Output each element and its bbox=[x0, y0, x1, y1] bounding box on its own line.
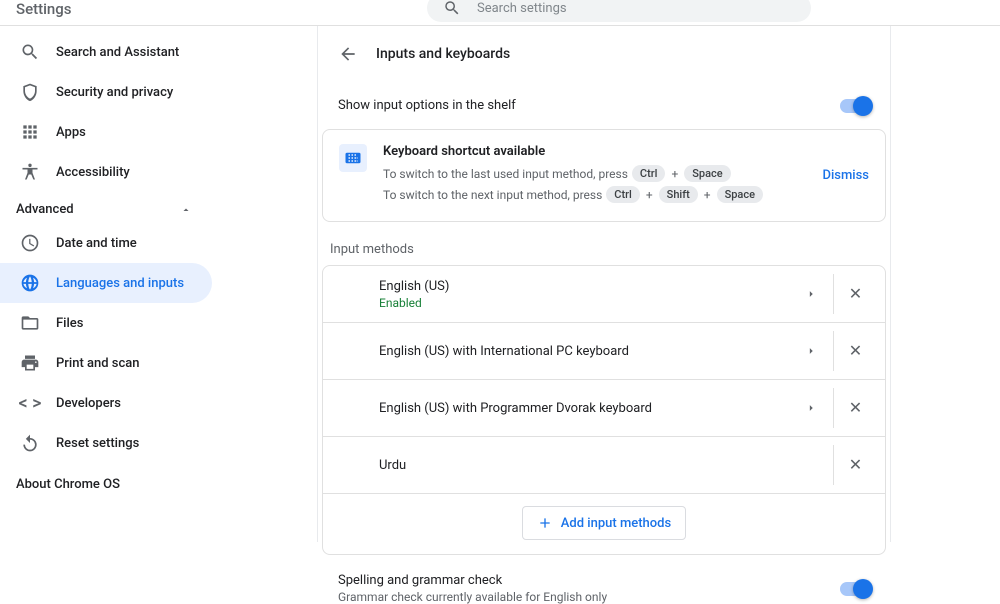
kbd-key: Space bbox=[717, 186, 763, 203]
kbd-key: Ctrl bbox=[606, 186, 640, 203]
main-pane: Inputs and keyboards Show input options … bbox=[317, 26, 891, 542]
code-icon: < > bbox=[20, 393, 40, 413]
input-method-row[interactable]: English (US) with Programmer Dvorak keyb… bbox=[323, 380, 885, 437]
sidebar-item-label: Date and time bbox=[56, 236, 137, 251]
search-placeholder: Search settings bbox=[477, 1, 567, 16]
details-button[interactable] bbox=[789, 388, 833, 428]
app-title: Settings bbox=[16, 0, 72, 18]
sidebar-item-date-time[interactable]: Date and time bbox=[0, 223, 212, 263]
shelf-option-toggle[interactable] bbox=[840, 99, 870, 113]
sidebar-item-label: Accessibility bbox=[56, 165, 130, 180]
clock-icon bbox=[20, 233, 40, 253]
close-icon: ✕ bbox=[849, 457, 862, 473]
input-method-row[interactable]: English (US) Enabled ✕ bbox=[323, 266, 885, 323]
sidebar-item-accessibility[interactable]: Accessibility bbox=[0, 152, 212, 192]
spelling-toggle[interactable] bbox=[840, 582, 870, 596]
input-method-row[interactable]: English (US) with International PC keybo… bbox=[323, 323, 885, 380]
sidebar-item-languages-inputs[interactable]: Languages and inputs bbox=[0, 263, 212, 303]
dismiss-button[interactable]: Dismiss bbox=[822, 168, 869, 183]
input-methods-label: Input methods bbox=[318, 222, 890, 265]
sidebar-item-label: Security and privacy bbox=[56, 85, 173, 100]
sidebar-item-developers[interactable]: < > Developers bbox=[0, 383, 212, 423]
chevron-up-icon bbox=[180, 204, 192, 216]
sidebar-item-files[interactable]: Files bbox=[0, 303, 212, 343]
banner-line-2: To switch to the next input method, pres… bbox=[383, 186, 814, 203]
search-input[interactable]: Search settings bbox=[427, 0, 811, 22]
chevron-right-icon bbox=[804, 344, 818, 358]
close-icon: ✕ bbox=[849, 286, 862, 302]
search-icon bbox=[443, 0, 461, 17]
pane-title: Inputs and keyboards bbox=[376, 46, 510, 62]
input-method-name: Urdu bbox=[379, 458, 789, 473]
sidebar-item-label: Reset settings bbox=[56, 436, 139, 451]
back-icon[interactable] bbox=[338, 44, 358, 64]
details-button[interactable] bbox=[789, 331, 833, 371]
chevron-right-icon bbox=[804, 401, 818, 415]
shelf-option-row: Show input options in the shelf bbox=[318, 82, 890, 129]
close-icon: ✕ bbox=[849, 400, 862, 416]
spelling-subtitle: Grammar check currently available for En… bbox=[338, 590, 607, 604]
plus-icon bbox=[537, 515, 553, 531]
input-method-name: English (US) bbox=[379, 279, 789, 294]
sidebar-item-reset-settings[interactable]: Reset settings bbox=[0, 423, 212, 463]
shelf-option-label: Show input options in the shelf bbox=[338, 98, 516, 113]
globe-icon bbox=[20, 273, 40, 293]
sidebar-item-print-scan[interactable]: Print and scan bbox=[0, 343, 212, 383]
kbd-key: Shift bbox=[659, 186, 698, 203]
sidebar-item-label: Print and scan bbox=[56, 356, 140, 371]
apps-icon bbox=[20, 122, 40, 142]
accessibility-icon bbox=[20, 162, 40, 182]
remove-button[interactable]: ✕ bbox=[833, 274, 877, 314]
sidebar-item-about[interactable]: About Chrome OS bbox=[0, 463, 212, 506]
kbd-key: Space bbox=[684, 165, 730, 182]
spelling-section: Spelling and grammar check Grammar check… bbox=[322, 573, 886, 604]
remove-button[interactable]: ✕ bbox=[833, 331, 877, 371]
sidebar-item-apps[interactable]: Apps bbox=[0, 112, 212, 152]
chevron-right-icon bbox=[804, 287, 818, 301]
sidebar-item-label: Languages and inputs bbox=[56, 276, 184, 291]
sidebar-item-search-assistant[interactable]: Search and Assistant bbox=[0, 32, 212, 72]
reset-icon bbox=[20, 433, 40, 453]
add-label: Add input methods bbox=[561, 516, 671, 531]
folder-icon bbox=[20, 313, 40, 333]
remove-button[interactable]: ✕ bbox=[833, 445, 877, 485]
remove-button[interactable]: ✕ bbox=[833, 388, 877, 428]
sidebar: Search and Assistant Security and privac… bbox=[0, 26, 212, 542]
print-icon bbox=[20, 353, 40, 373]
search-icon bbox=[20, 42, 40, 62]
input-method-status: Enabled bbox=[379, 296, 789, 310]
sidebar-item-label: Apps bbox=[56, 125, 86, 140]
shortcut-banner: Keyboard shortcut available To switch to… bbox=[322, 129, 886, 222]
close-icon: ✕ bbox=[849, 343, 862, 359]
sidebar-group-label: Advanced bbox=[16, 202, 74, 217]
keyboard-icon bbox=[339, 144, 367, 172]
pane-header: Inputs and keyboards bbox=[318, 26, 890, 82]
app-header: Settings Search settings bbox=[0, 0, 1000, 26]
input-method-row[interactable]: Urdu ✕ bbox=[323, 437, 885, 494]
banner-title: Keyboard shortcut available bbox=[383, 144, 814, 159]
sidebar-group-advanced[interactable]: Advanced bbox=[0, 196, 212, 223]
shield-icon bbox=[20, 82, 40, 102]
sidebar-item-label: Developers bbox=[56, 396, 121, 411]
input-methods-list: English (US) Enabled ✕ English (US) with… bbox=[322, 265, 886, 555]
input-method-name: English (US) with Programmer Dvorak keyb… bbox=[379, 401, 789, 416]
kbd-key: Ctrl bbox=[632, 165, 666, 182]
details-button[interactable] bbox=[789, 274, 833, 314]
banner-line-1: To switch to the last used input method,… bbox=[383, 165, 814, 182]
sidebar-item-label: Search and Assistant bbox=[56, 45, 179, 60]
sidebar-item-label: Files bbox=[56, 316, 83, 331]
input-method-name: English (US) with International PC keybo… bbox=[379, 344, 789, 359]
spelling-title: Spelling and grammar check bbox=[338, 573, 607, 588]
add-input-methods-button[interactable]: Add input methods bbox=[522, 506, 686, 540]
sidebar-item-security-privacy[interactable]: Security and privacy bbox=[0, 72, 212, 112]
